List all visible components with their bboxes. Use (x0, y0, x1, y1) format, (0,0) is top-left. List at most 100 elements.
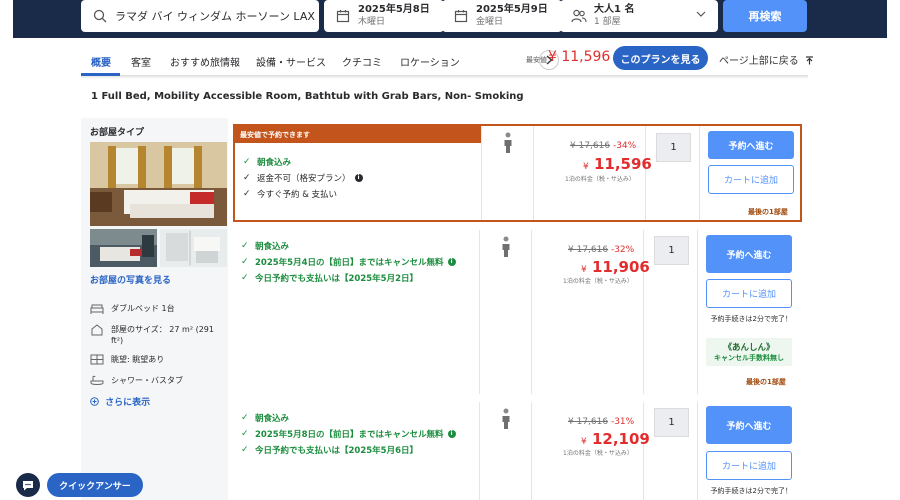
checkout-weekday: 金曜日 (476, 17, 504, 27)
check-icon: ✓ (243, 189, 251, 199)
book-button[interactable]: 予約へ進む (708, 131, 794, 159)
tab-location[interactable]: ロケーション (400, 54, 460, 69)
tab-overview[interactable]: 概要 (91, 54, 111, 69)
benefit-breakfast: ✓ 朝食込み (243, 156, 291, 168)
benefit-text: 朝食込み (255, 242, 290, 252)
benefit-pay-later: ✓ 今日予約でも支払いは【2025年5月2日】 (241, 272, 418, 284)
benefit-text: 今日予約でも支払いは【2025年5月2日】 (255, 274, 418, 284)
back-to-top-label: ページ上部に戻る (719, 56, 799, 67)
benefit-free-cancel: ✓ 2025年5月4日の【前日】まではキャンセル無料 i (241, 256, 456, 268)
currency-symbol: ¥ (581, 265, 587, 275)
original-price-value: ¥ 17,616 (568, 417, 609, 427)
benefit-text: 2025年5月4日の【前日】まではキャンセル無料 (255, 258, 444, 268)
benefit-text: 朝食込み (257, 158, 292, 168)
room-type-label: お部屋タイプ (90, 128, 145, 138)
show-more-link[interactable]: さらに表示 (90, 395, 150, 408)
search-icon (92, 8, 108, 24)
feature-room-size: 部屋のサイズ： 27 m² (291 ft²) (90, 323, 222, 346)
search-bar: ラマダ バイ ウィンダム ホーソーン LAX 2025年5月8日 木曜日 202… (0, 0, 900, 38)
info-icon[interactable]: i (354, 174, 363, 182)
safe-cancel-badge: 《あんしん》 キャンセル手数料無し (706, 338, 792, 366)
benefit-pay-now: ✓ 今すぐ予約 & 支払い (243, 188, 337, 200)
room-title: 1 Full Bed, Mobility Accessible Room, Ba… (91, 91, 524, 102)
tab-rooms[interactable]: 客室 (131, 54, 151, 69)
checkin-weekday: 木曜日 (358, 17, 386, 27)
book-button[interactable]: 予約へ進む (706, 406, 792, 444)
check-icon: ✓ (241, 429, 249, 439)
column-divider (643, 230, 644, 394)
quick-booking-note: 予約手続きは2分で完了！ (710, 315, 792, 323)
quick-answer-button[interactable]: クイックアンサー (47, 473, 143, 497)
back-to-top-link[interactable]: ページ上部に戻る (719, 52, 814, 67)
offer-row: ✓ 朝食込み ✓ 2025年5月8日の【前日】まではキャンセル無料 i ✓ 今日予約でも… (233, 402, 802, 500)
rooms-count: 1 部屋 (594, 17, 621, 27)
checkout-date-field[interactable]: 2025年5月9日 金曜日 (442, 0, 562, 32)
chat-bubble-icon (23, 480, 33, 490)
room-quantity-select[interactable]: 1 (656, 133, 691, 162)
column-divider (479, 402, 480, 500)
hotel-search-input[interactable]: ラマダ バイ ウィンダム ホーソーン LAX (81, 0, 319, 32)
column-divider (531, 402, 532, 500)
view-plans-button[interactable]: このプランを見る (613, 46, 708, 70)
safe-cancel-subtitle: キャンセル手数料無し (714, 354, 784, 362)
check-icon: ✓ (241, 273, 249, 283)
offer-row: ✓ 朝食込み ✓ 2025年5月4日の【前日】まではキャンセル無料 i ✓ 今日予約でも… (233, 230, 802, 394)
benefit-text: 朝食込み (255, 414, 290, 424)
per-night-note: 1泊の料金（税・サ込み） (563, 278, 633, 285)
guests-rooms-selector[interactable]: 大人1 名 1 部屋 (560, 0, 718, 32)
checkin-date-field[interactable]: 2025年5月8日 木曜日 (324, 0, 444, 32)
tab-recommended-info[interactable]: おすすめ旅情報 (170, 54, 240, 69)
column-divider (699, 126, 700, 220)
benefit-breakfast: ✓ 朝食込み (241, 412, 289, 424)
room-photos-link[interactable]: お部屋の写真を見る (90, 273, 171, 286)
room-quantity-select[interactable]: 1 (654, 408, 689, 437)
room-photo-main[interactable] (90, 142, 227, 226)
book-button[interactable]: 予約へ進む (706, 235, 792, 273)
discount-percent: -34% (612, 141, 637, 151)
header-shadow (81, 76, 808, 79)
plus-circle-icon (90, 397, 99, 406)
offer-price: ¥ 12,109 (581, 430, 650, 448)
check-icon: ✓ (241, 257, 249, 267)
bed-icon (90, 303, 104, 314)
feature-view: 眺望: 眺望あり (90, 354, 164, 365)
section-tabs: 概要 客室 おすすめ旅情報 設備・サービス クチコミ ロケーション 最安値 ¥ … (81, 42, 813, 76)
room-photo-thumb-2[interactable] (160, 229, 227, 267)
column-divider (533, 126, 534, 220)
original-price: ¥ 17,616 -31% (568, 417, 634, 427)
add-to-cart-button[interactable]: カートに追加 (706, 279, 792, 308)
column-divider (697, 230, 698, 394)
add-to-cart-button[interactable]: カートに追加 (708, 165, 794, 194)
room-photo-thumb-1[interactable] (90, 229, 157, 267)
check-icon: ✓ (241, 241, 249, 251)
guests-count: 大人1 名 (594, 4, 635, 15)
tab-reviews[interactable]: クチコミ (342, 54, 382, 69)
currency-symbol: ¥ (581, 437, 587, 447)
feature-bed-text: ダブルベッド 1台 (111, 304, 175, 313)
benefit-text: 返金不可（格安プラン） (257, 174, 351, 184)
discount-percent: -31% (610, 417, 635, 427)
benefit-pay-later: ✓ 今日予約でも支払いは【2025年5月6日】 (241, 444, 418, 456)
benefit-text: 今すぐ予約 & 支払い (257, 190, 338, 200)
feature-shower-text: シャワー・バスタブ (111, 376, 183, 385)
per-night-note: 1泊の料金（税・サ込み） (563, 450, 633, 457)
price-value: 11,906 (591, 258, 650, 276)
search-again-button[interactable]: 再検索 (723, 0, 807, 32)
tab-facilities[interactable]: 設備・サービス (256, 54, 326, 69)
info-icon[interactable]: i (447, 258, 456, 266)
safe-cancel-title: 《あんしん》 (723, 343, 775, 353)
chat-button[interactable] (16, 473, 40, 497)
info-icon[interactable]: i (447, 430, 456, 438)
add-to-cart-button[interactable]: カートに追加 (706, 451, 792, 480)
benefit-free-cancel: ✓ 2025年5月8日の【前日】まではキャンセル無料 i (241, 428, 456, 440)
price-value: 12,109 (591, 430, 650, 448)
check-icon: ✓ (241, 413, 249, 423)
lowest-price: ¥ 11,596 (548, 49, 611, 65)
benefit-text: 今日予約でも支払いは【2025年5月6日】 (255, 446, 418, 456)
person-icon (502, 408, 510, 429)
original-price-value: ¥ 17,616 (570, 141, 611, 151)
column-divider (697, 402, 698, 500)
original-price: ¥ 17,616 -34% (570, 141, 636, 151)
room-size-icon (90, 323, 104, 335)
room-quantity-select[interactable]: 1 (654, 236, 689, 265)
